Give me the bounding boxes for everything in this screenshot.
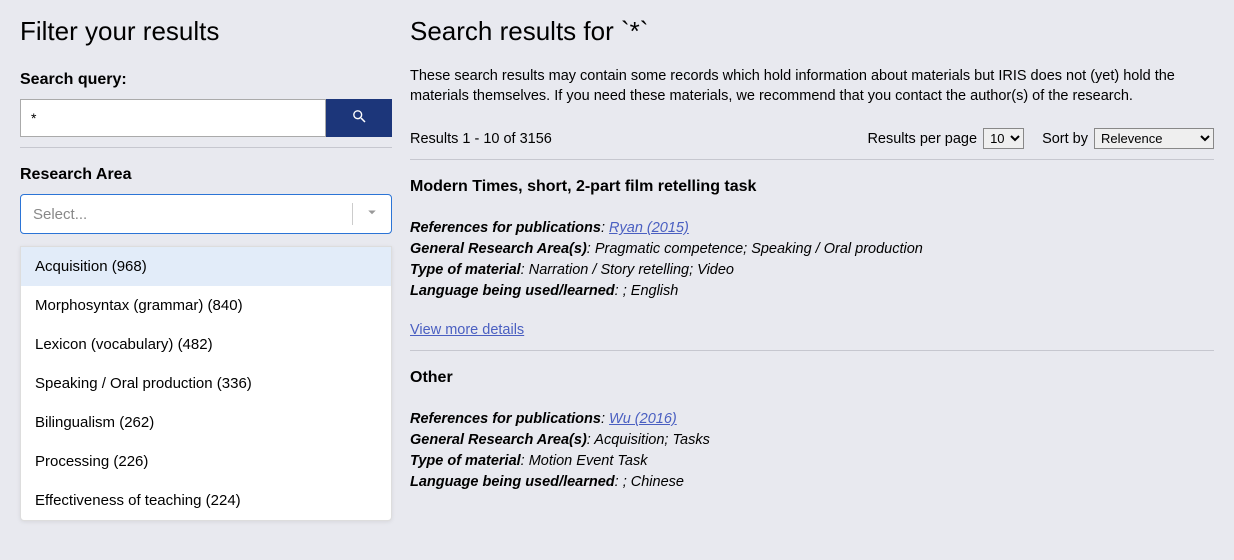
results-per-page-label: Results per page xyxy=(867,131,977,147)
results-title: Search results for `*` xyxy=(410,16,1214,47)
dropdown-option[interactable]: Effectiveness of teaching (224) xyxy=(21,481,391,520)
sort-by-select[interactable]: Relevence xyxy=(1094,128,1214,149)
meta-key-type: Type of material xyxy=(410,453,521,469)
chevron-down-icon[interactable] xyxy=(363,203,381,225)
filter-title: Filter your results xyxy=(20,16,392,47)
meta-val-type: : Motion Event Task xyxy=(521,453,648,469)
search-query-label: Search query: xyxy=(20,71,392,89)
results-count: Results 1 - 10 of 3156 xyxy=(410,131,849,147)
reference-link[interactable]: Ryan (2015) xyxy=(609,220,689,236)
sort-by-label: Sort by xyxy=(1042,131,1088,147)
meta-key-area: General Research Area(s) xyxy=(410,241,587,257)
divider xyxy=(410,350,1214,351)
meta-key-lang: Language being used/learned xyxy=(410,283,615,299)
divider xyxy=(20,147,392,148)
research-area-select[interactable] xyxy=(20,194,392,234)
meta-val-area: : Acquisition; Tasks xyxy=(587,432,710,448)
search-icon xyxy=(351,108,368,128)
dropdown-option[interactable]: Speaking / Oral production (336) xyxy=(21,364,391,403)
meta-key-references: References for publications xyxy=(410,220,601,236)
result-item: Other References for publications: Wu (2… xyxy=(410,369,1214,493)
filter-sidebar: Filter your results Search query: Resear… xyxy=(20,10,392,550)
research-area-input[interactable] xyxy=(31,205,346,224)
meta-key-references: References for publications xyxy=(410,411,601,427)
result-title: Modern Times, short, 2-part film retelli… xyxy=(410,178,1214,196)
dropdown-option[interactable]: Lexicon (vocabulary) (482) xyxy=(21,325,391,364)
view-more-details-link[interactable]: View more details xyxy=(410,322,524,338)
result-item: Modern Times, short, 2-part film retelli… xyxy=(410,178,1214,344)
dropdown-option[interactable]: Acquisition (968) xyxy=(21,247,391,286)
meta-val-type: : Narration / Story retelling; Video xyxy=(521,262,734,278)
meta-key-type: Type of material xyxy=(410,262,521,278)
results-main: Search results for `*` These search resu… xyxy=(410,10,1214,550)
research-area-label: Research Area xyxy=(20,166,392,184)
research-area-dropdown: Acquisition (968)Morphosyntax (grammar) … xyxy=(20,246,392,521)
search-button[interactable] xyxy=(326,99,392,137)
reference-link[interactable]: Wu (2016) xyxy=(609,411,677,427)
dropdown-option[interactable]: Processing (226) xyxy=(21,442,391,481)
meta-val-lang: : ; English xyxy=(615,283,679,299)
divider xyxy=(410,159,1214,160)
dropdown-option[interactable]: Morphosyntax (grammar) (840) xyxy=(21,286,391,325)
meta-key-area: General Research Area(s) xyxy=(410,432,587,448)
meta-key-lang: Language being used/learned xyxy=(410,474,615,490)
meta-val-area: : Pragmatic competence; Speaking / Oral … xyxy=(587,241,923,257)
dropdown-option[interactable]: Bilingualism (262) xyxy=(21,403,391,442)
meta-val-lang: : ; Chinese xyxy=(615,474,684,490)
result-title: Other xyxy=(410,369,1214,387)
results-per-page-select[interactable]: 10 xyxy=(983,128,1024,149)
results-disclaimer: These search results may contain some re… xyxy=(410,67,1214,106)
search-input[interactable] xyxy=(20,99,326,137)
divider xyxy=(352,203,353,225)
